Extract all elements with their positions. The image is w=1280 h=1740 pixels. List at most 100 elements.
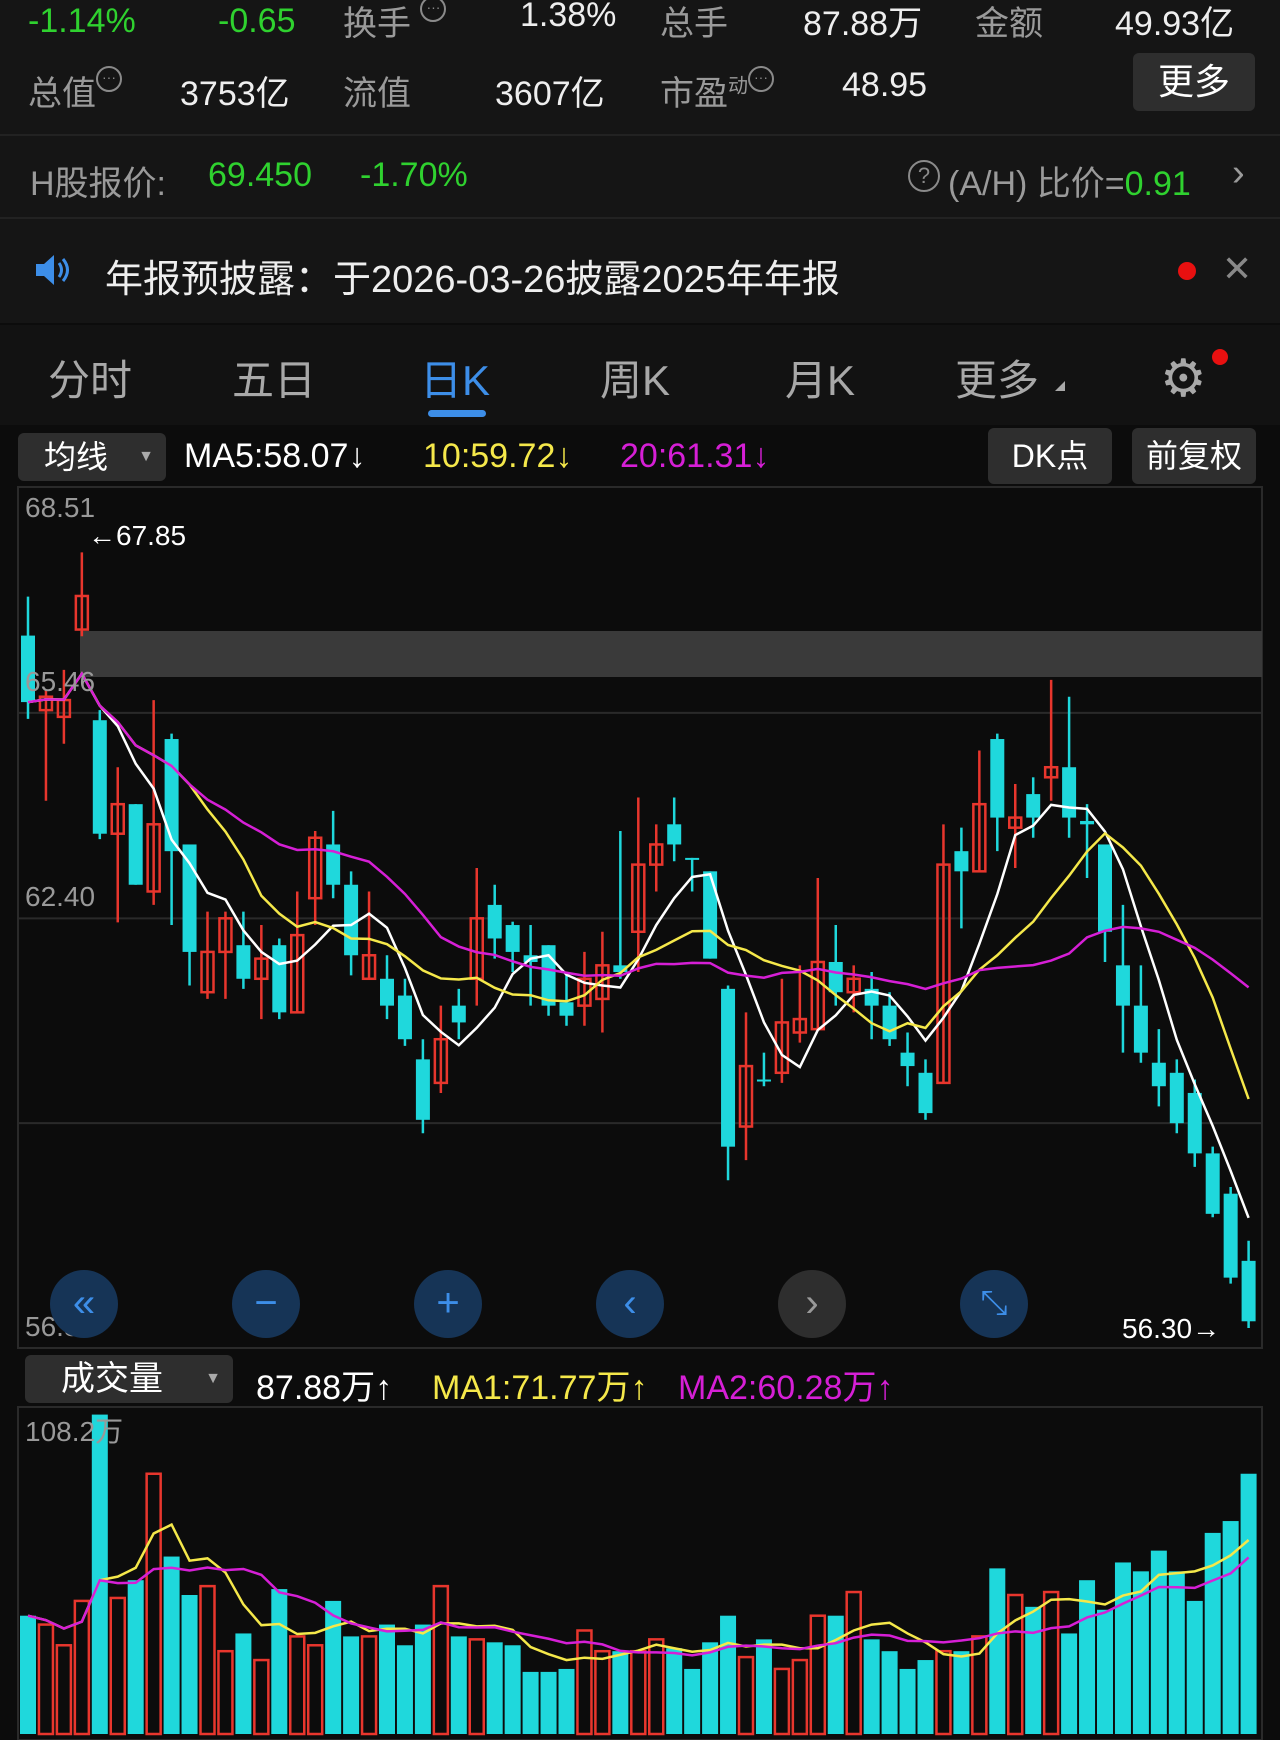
notice-text[interactable]: 年报预披露：于2026-03-26披露2025年年报	[105, 248, 840, 303]
help-icon[interactable]: ?	[908, 160, 940, 192]
volume-value: 87.88万	[803, 5, 923, 43]
tab-intraday[interactable]: 分时	[48, 347, 132, 408]
gear-icon[interactable]: ⚙	[1160, 349, 1207, 409]
tab-more[interactable]: 更多	[955, 347, 1039, 408]
turnover-label-text: 换手	[343, 5, 411, 43]
volume-bar-up	[1042, 1590, 1060, 1736]
candle-down	[344, 884, 359, 956]
info-dots-icon[interactable]: ···	[96, 66, 122, 92]
volume-bar-up	[306, 1644, 324, 1736]
volume-current: 87.88万↑	[256, 1369, 393, 1407]
ah-ratio-value: 0.91	[1124, 165, 1191, 203]
volume-bar-up	[971, 1635, 988, 1736]
volume-bar-down	[127, 1580, 144, 1734]
volume-bar-down	[396, 1645, 413, 1734]
volume-bar-down	[917, 1660, 934, 1734]
mktcap-label: 总值 ···	[28, 66, 122, 115]
volume-bar-down	[1150, 1550, 1167, 1734]
volume-bar-up	[737, 1655, 755, 1736]
change-value: -0.65	[218, 2, 296, 40]
tab-monthly-k[interactable]: 月K	[785, 347, 855, 408]
candle-down	[1115, 965, 1130, 1006]
volume-bar-up	[468, 1638, 485, 1736]
volume-bar-up	[360, 1635, 378, 1736]
volume-bar-down	[450, 1636, 467, 1734]
unread-dot	[1178, 262, 1196, 280]
candle-down	[721, 988, 736, 1147]
volume-bar-up	[845, 1590, 862, 1736]
volume-chart[interactable]	[0, 1406, 1280, 1740]
volume-bar-up	[791, 1658, 809, 1736]
ma5-value: MA5:58.07↓	[184, 437, 366, 475]
amount-value: 49.93亿	[1115, 5, 1235, 43]
volume-bar-down	[540, 1671, 557, 1734]
min-price-marker: 56.30→	[1122, 1313, 1221, 1344]
hshare-change: -1.70%	[360, 156, 468, 194]
zoom-in-button[interactable]: +	[414, 1270, 482, 1338]
candle-down	[415, 1059, 430, 1120]
info-dots-icon[interactable]: ···	[748, 66, 774, 92]
divider	[0, 134, 1280, 136]
volume-bar-down	[1097, 1609, 1113, 1734]
hshare-label: H股报价:	[30, 165, 166, 203]
candle-down	[272, 945, 287, 1013]
volume-bar-down	[827, 1615, 844, 1734]
volume-bar-down	[91, 1414, 108, 1734]
volume-bar-down	[235, 1633, 252, 1734]
close-icon[interactable]: ✕	[1222, 248, 1252, 290]
active-tab-indicator	[428, 410, 486, 417]
speaker-icon	[32, 250, 72, 295]
candlestick-chart[interactable]	[0, 486, 1280, 1350]
tab-five-day[interactable]: 五日	[232, 347, 316, 408]
fullscreen-button[interactable]: ⤡	[960, 1270, 1028, 1338]
dropdown-corner-icon	[1055, 381, 1065, 391]
candle-down	[487, 904, 502, 939]
volume-bar-down	[558, 1668, 575, 1734]
volume-bar-down	[881, 1651, 898, 1734]
scroll-left-button[interactable]: ‹	[596, 1270, 664, 1338]
volume-bar-up	[37, 1623, 55, 1736]
candle-down	[1151, 1062, 1166, 1087]
candle-down	[1062, 767, 1077, 818]
dk-point-button[interactable]: DK点	[988, 428, 1112, 484]
indicator-select[interactable]: 均线 ▼	[18, 433, 166, 481]
turnover-value: 1.38%	[520, 0, 617, 34]
candle-down	[505, 925, 520, 952]
pe-label-text: 市盈	[660, 75, 728, 113]
ah-ratio[interactable]: (A/H) 比价=0.91	[948, 156, 1191, 205]
ah-ratio-label: (A/H) 比价=	[948, 165, 1125, 203]
volume-bar-up	[217, 1649, 234, 1736]
volume-bar-down	[325, 1600, 342, 1734]
pe-value: 48.95	[842, 66, 928, 104]
tab-weekly-k[interactable]: 周K	[600, 347, 670, 408]
float-value: 3607亿	[495, 75, 605, 113]
volume-bar-up	[55, 1644, 73, 1736]
volume-ma1: MA1:71.77万↑	[432, 1369, 648, 1407]
amount-label: 金额	[975, 5, 1043, 43]
info-dots-icon[interactable]: ···	[420, 0, 447, 22]
rewind-button[interactable]: «	[50, 1270, 118, 1338]
chevron-right-icon[interactable]: ›	[1232, 152, 1245, 195]
tab-daily-k[interactable]: 日K	[420, 347, 490, 408]
scroll-right-button[interactable]: ›	[778, 1270, 846, 1338]
volume-max-label: 108.2万	[25, 1416, 124, 1447]
zoom-out-button[interactable]: −	[232, 1270, 300, 1338]
volume-bar-up	[1007, 1593, 1024, 1736]
pe-label: 市盈动 ···	[660, 66, 774, 115]
notification-dot	[1212, 349, 1228, 365]
float-label: 流值	[343, 75, 411, 113]
more-stats-button[interactable]: 更多	[1133, 53, 1255, 111]
adjust-button[interactable]: 前复权	[1132, 428, 1256, 484]
volume-indicator-label: 成交量	[61, 1360, 163, 1398]
volume-bar-down	[1240, 1473, 1257, 1734]
volume-bar-down	[1222, 1521, 1239, 1734]
volume-indicator-select[interactable]: 成交量 ▼	[25, 1355, 233, 1403]
price-band-highlight	[80, 631, 1262, 677]
volume-bar-down	[989, 1568, 1006, 1734]
volume-bar-down	[1168, 1571, 1185, 1734]
candle-down	[918, 1072, 933, 1114]
pe-sup: 动	[728, 75, 748, 98]
dropdown-arrow-icon: ▼	[205, 1370, 221, 1387]
volume-bar-down	[702, 1642, 719, 1734]
candle-down	[380, 978, 394, 1006]
